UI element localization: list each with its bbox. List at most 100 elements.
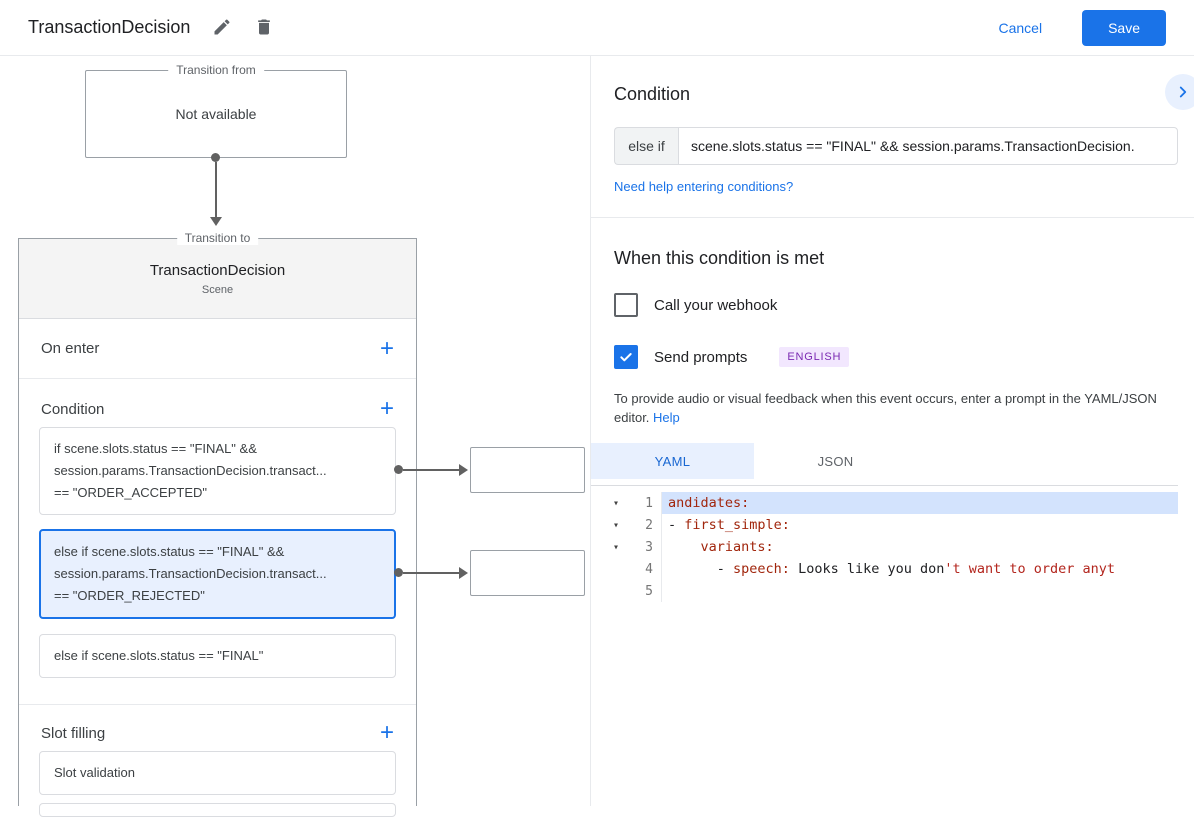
transition-from-box[interactable]: Transition from Not available xyxy=(85,63,347,158)
app-root: TransactionDecision Cancel Save Transiti… xyxy=(0,0,1194,817)
when-met-heading: When this condition is met xyxy=(614,248,825,268)
checkmark-icon xyxy=(620,353,632,362)
flow-line-vertical xyxy=(215,162,217,218)
code-text: - first_simple: xyxy=(662,514,1178,536)
yaml-token xyxy=(668,539,701,555)
condition-section-label: Condition xyxy=(41,400,105,418)
transition-target-box-1[interactable] xyxy=(470,447,585,493)
fold-toggle-icon[interactable]: ▾ xyxy=(591,542,625,553)
yaml-token: 't want to order anyt xyxy=(944,561,1116,577)
pencil-icon xyxy=(214,18,230,34)
code-line[interactable]: 4 - speech: Looks like you don't want to… xyxy=(591,558,1178,580)
editor-gutter: ▾ 2 xyxy=(591,514,662,536)
arrow-down-icon xyxy=(210,217,222,226)
transition-from-label: Transition from xyxy=(168,63,264,77)
top-bar-right: Cancel Save xyxy=(992,9,1166,46)
tab-yaml[interactable]: YAML xyxy=(591,443,754,479)
partial-card[interactable] xyxy=(39,803,396,817)
transition-target-box-2[interactable] xyxy=(470,550,585,596)
flow-dot xyxy=(394,568,403,577)
tab-json[interactable]: JSON xyxy=(754,443,917,479)
condition-section-head: Condition + xyxy=(19,379,416,427)
slot-validation-card[interactable]: Slot validation xyxy=(39,751,396,795)
prompt-description-text: To provide audio or visual feedback when… xyxy=(614,391,1157,425)
fold-toggle-icon[interactable]: ▾ xyxy=(591,498,625,509)
slot-card-label: Slot validation xyxy=(54,765,135,780)
add-on-enter-button[interactable]: + xyxy=(380,336,394,360)
yaml-token: speech: xyxy=(733,561,790,577)
yaml-token: variants: xyxy=(700,539,774,555)
language-badge: ENGLISH xyxy=(779,347,850,367)
yaml-token: andidates: xyxy=(668,495,750,511)
prompt-description: To provide audio or visual feedback when… xyxy=(614,389,1170,427)
condition-input-row: else if xyxy=(614,127,1178,165)
prompt-help-link[interactable]: Help xyxy=(653,410,680,425)
code-text: variants: xyxy=(662,536,1178,558)
editor-gutter: ▾ 1 xyxy=(591,492,662,514)
condition-cards: if scene.slots.status == "FINAL" && sess… xyxy=(19,427,416,678)
slot-cards: Slot validation xyxy=(19,751,416,795)
transition-from-value: Not available xyxy=(175,106,257,122)
editor-gutter: 4 xyxy=(591,558,662,580)
scene-title: TransactionDecision xyxy=(149,261,286,279)
condition-line: == "ORDER_REJECTED" xyxy=(54,588,205,603)
condition-operator-label: else if xyxy=(614,127,678,165)
top-bar: TransactionDecision Cancel Save xyxy=(0,0,1194,56)
chevron-right-icon xyxy=(1179,86,1187,98)
flow-line-horizontal xyxy=(403,572,460,574)
on-enter-row: On enter + xyxy=(19,319,416,379)
webhook-checkbox[interactable] xyxy=(614,293,638,317)
line-number: 4 xyxy=(645,561,653,577)
scene-node: Transition to TransactionDecision Scene … xyxy=(18,231,417,817)
condition-line: else if scene.slots.status == "FINAL" && xyxy=(54,544,285,559)
panel-divider xyxy=(591,217,1194,218)
condition-line: session.params.TransactionDecision.trans… xyxy=(54,566,327,581)
code-text: - speech: Looks like you don't want to o… xyxy=(662,558,1178,580)
editor-tabs: YAML JSON xyxy=(591,443,1178,479)
line-number: 5 xyxy=(645,583,653,599)
condition-expression-input[interactable] xyxy=(678,127,1178,165)
slot-filling-label: Slot filling xyxy=(41,724,106,742)
fold-toggle-icon[interactable]: ▾ xyxy=(591,520,625,531)
slot-filling-head: Slot filling + xyxy=(19,705,416,751)
condition-line: else if scene.slots.status == "FINAL" xyxy=(54,648,264,663)
yaml-code-editor[interactable]: ▾ 1 andidates: ▾ 2 - first_simple: ▾ 3 v… xyxy=(591,485,1178,787)
yaml-token: Looks like you don xyxy=(789,561,945,577)
condition-editor-panel: Condition else if Need help entering con… xyxy=(590,56,1194,806)
code-line[interactable]: ▾ 2 - first_simple: xyxy=(591,514,1178,536)
condition-heading: Condition xyxy=(614,84,691,104)
collapse-panel-button[interactable] xyxy=(1165,74,1194,110)
transition-to-label: Transition to xyxy=(176,231,259,245)
flow-line-horizontal xyxy=(403,469,460,471)
webhook-label: Call your webhook xyxy=(654,296,778,314)
condition-card-accepted[interactable]: if scene.slots.status == "FINAL" && sess… xyxy=(39,427,396,515)
editor-gutter: ▾ 3 xyxy=(591,536,662,558)
arrow-right-icon xyxy=(459,464,468,476)
add-slot-button[interactable]: + xyxy=(380,721,394,745)
condition-card-final[interactable]: else if scene.slots.status == "FINAL" xyxy=(39,634,396,678)
yaml-token: - xyxy=(668,561,734,577)
scene-subtitle: Scene xyxy=(201,283,234,296)
condition-help-link[interactable]: Need help entering conditions? xyxy=(614,179,793,194)
save-button[interactable]: Save xyxy=(1082,9,1166,46)
edit-title-button[interactable] xyxy=(212,17,232,39)
delete-scene-button[interactable] xyxy=(254,17,274,39)
on-enter-label: On enter xyxy=(41,340,100,357)
scene-header[interactable]: TransactionDecision Scene xyxy=(19,239,416,319)
cancel-button[interactable]: Cancel xyxy=(992,19,1048,37)
arrow-right-icon xyxy=(459,567,468,579)
slot-filling-section: Slot filling + Slot validation xyxy=(19,705,416,817)
flow-dot xyxy=(394,465,403,474)
send-prompts-checkbox[interactable] xyxy=(614,345,638,369)
top-bar-left: TransactionDecision xyxy=(28,17,274,39)
code-line[interactable]: ▾ 3 variants: xyxy=(591,536,1178,558)
add-condition-button[interactable]: + xyxy=(380,397,394,421)
code-line[interactable]: 5 xyxy=(591,580,1178,602)
webhook-row: Call your webhook xyxy=(614,293,1178,317)
code-line[interactable]: ▾ 1 andidates: xyxy=(591,492,1178,514)
condition-line: == "ORDER_ACCEPTED" xyxy=(54,485,207,500)
page-title: TransactionDecision xyxy=(28,17,191,37)
send-prompts-label: Send prompts xyxy=(654,348,748,366)
condition-card-rejected-selected[interactable]: else if scene.slots.status == "FINAL" &&… xyxy=(39,529,396,619)
line-number: 1 xyxy=(645,495,653,511)
